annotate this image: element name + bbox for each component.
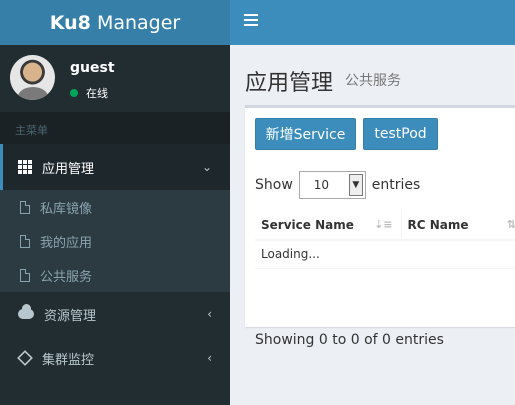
test-pod-button[interactable]: testPod (363, 118, 438, 150)
show-label: Show (255, 177, 293, 193)
cube-icon (17, 350, 33, 366)
page-size-control: Show 10 ▼ entries (255, 171, 420, 199)
file-icon (20, 268, 30, 282)
page-title: 应用管理 (245, 71, 334, 96)
sidebar-subitem-private-images[interactable]: 私库镜像 (0, 190, 230, 224)
chevron-left-icon: ‹ (207, 307, 212, 321)
sidebar-item-label: 集群监控 (42, 352, 95, 368)
table-row: Loading... (255, 240, 515, 269)
menu-header: 主菜单 (0, 112, 230, 144)
submenu: 私库镜像 我的应用 公共服务 (0, 190, 230, 292)
cloud-icon (18, 304, 34, 319)
sidebar-item-app-management[interactable]: 应用管理 ⌄ (0, 144, 230, 190)
grid-icon (18, 160, 32, 174)
logo-bold: Ku8 (49, 11, 91, 34)
page-subtitle: 公共服务 (345, 73, 401, 89)
page-size-select[interactable]: 10 ▼ (298, 171, 366, 199)
user-panel: guest 在线 (0, 45, 230, 112)
online-status-icon (70, 89, 78, 97)
page-size-value: 10 (313, 178, 330, 192)
sort-icon: ⇣≡ (374, 218, 393, 231)
sidebar-subitem-label: 我的应用 (40, 235, 93, 251)
sidebar-item-cluster-monitoring[interactable]: 集群监控 ‹ (0, 336, 230, 380)
chevron-down-icon: ⌄ (201, 160, 212, 174)
app-logo[interactable]: Ku8 Manager (0, 0, 230, 45)
avatar (10, 55, 55, 100)
sidebar-item-label: 资源管理 (44, 308, 97, 324)
sidebar-subitem-label: 公共服务 (40, 269, 93, 285)
top-navbar (230, 0, 515, 45)
entries-label: entries (371, 177, 421, 193)
column-header-rc-name[interactable]: RC Name ⇅ (401, 210, 515, 241)
sort-icon: ⇅ (506, 218, 515, 231)
chevron-left-icon: ‹ (207, 351, 212, 365)
user-status-label: 在线 (86, 87, 108, 100)
main-content: 应用管理 公共服务 新增Service testPod Show 10 ▼ en… (230, 45, 515, 405)
loading-cell: Loading... (255, 240, 515, 269)
sidebar-subitem-public-services[interactable]: 公共服务 (0, 258, 230, 292)
sidebar-subitem-my-apps[interactable]: 我的应用 (0, 224, 230, 258)
user-status: 在线 (70, 85, 108, 101)
file-icon (20, 200, 30, 214)
table-info: Showing 0 to 0 of 0 entries (255, 332, 444, 348)
caret-down-icon: ▼ (348, 174, 363, 196)
logo-text: Manager (90, 11, 181, 34)
column-header-label: RC Name (407, 217, 469, 232)
column-header-label: Service Name (261, 217, 354, 232)
add-service-button[interactable]: 新增Service (255, 118, 356, 150)
sidebar: guest 在线 主菜单 应用管理 ⌄ 私库镜像 我的应用 公共服务 资源管理 … (0, 45, 230, 405)
content-box: 新增Service testPod Show 10 ▼ entries Serv… (245, 105, 515, 348)
column-header-service-name[interactable]: Service Name ⇣≡ (255, 210, 402, 241)
services-table: Service Name ⇣≡ RC Name ⇅ Loading... (255, 210, 515, 269)
user-name: guest (70, 60, 115, 76)
file-icon (20, 234, 30, 248)
sidebar-item-resource-management[interactable]: 资源管理 ‹ (0, 292, 230, 336)
sidebar-toggle-icon[interactable] (244, 14, 258, 28)
sidebar-item-label: 应用管理 (42, 161, 95, 177)
sidebar-subitem-label: 私库镜像 (40, 201, 93, 217)
